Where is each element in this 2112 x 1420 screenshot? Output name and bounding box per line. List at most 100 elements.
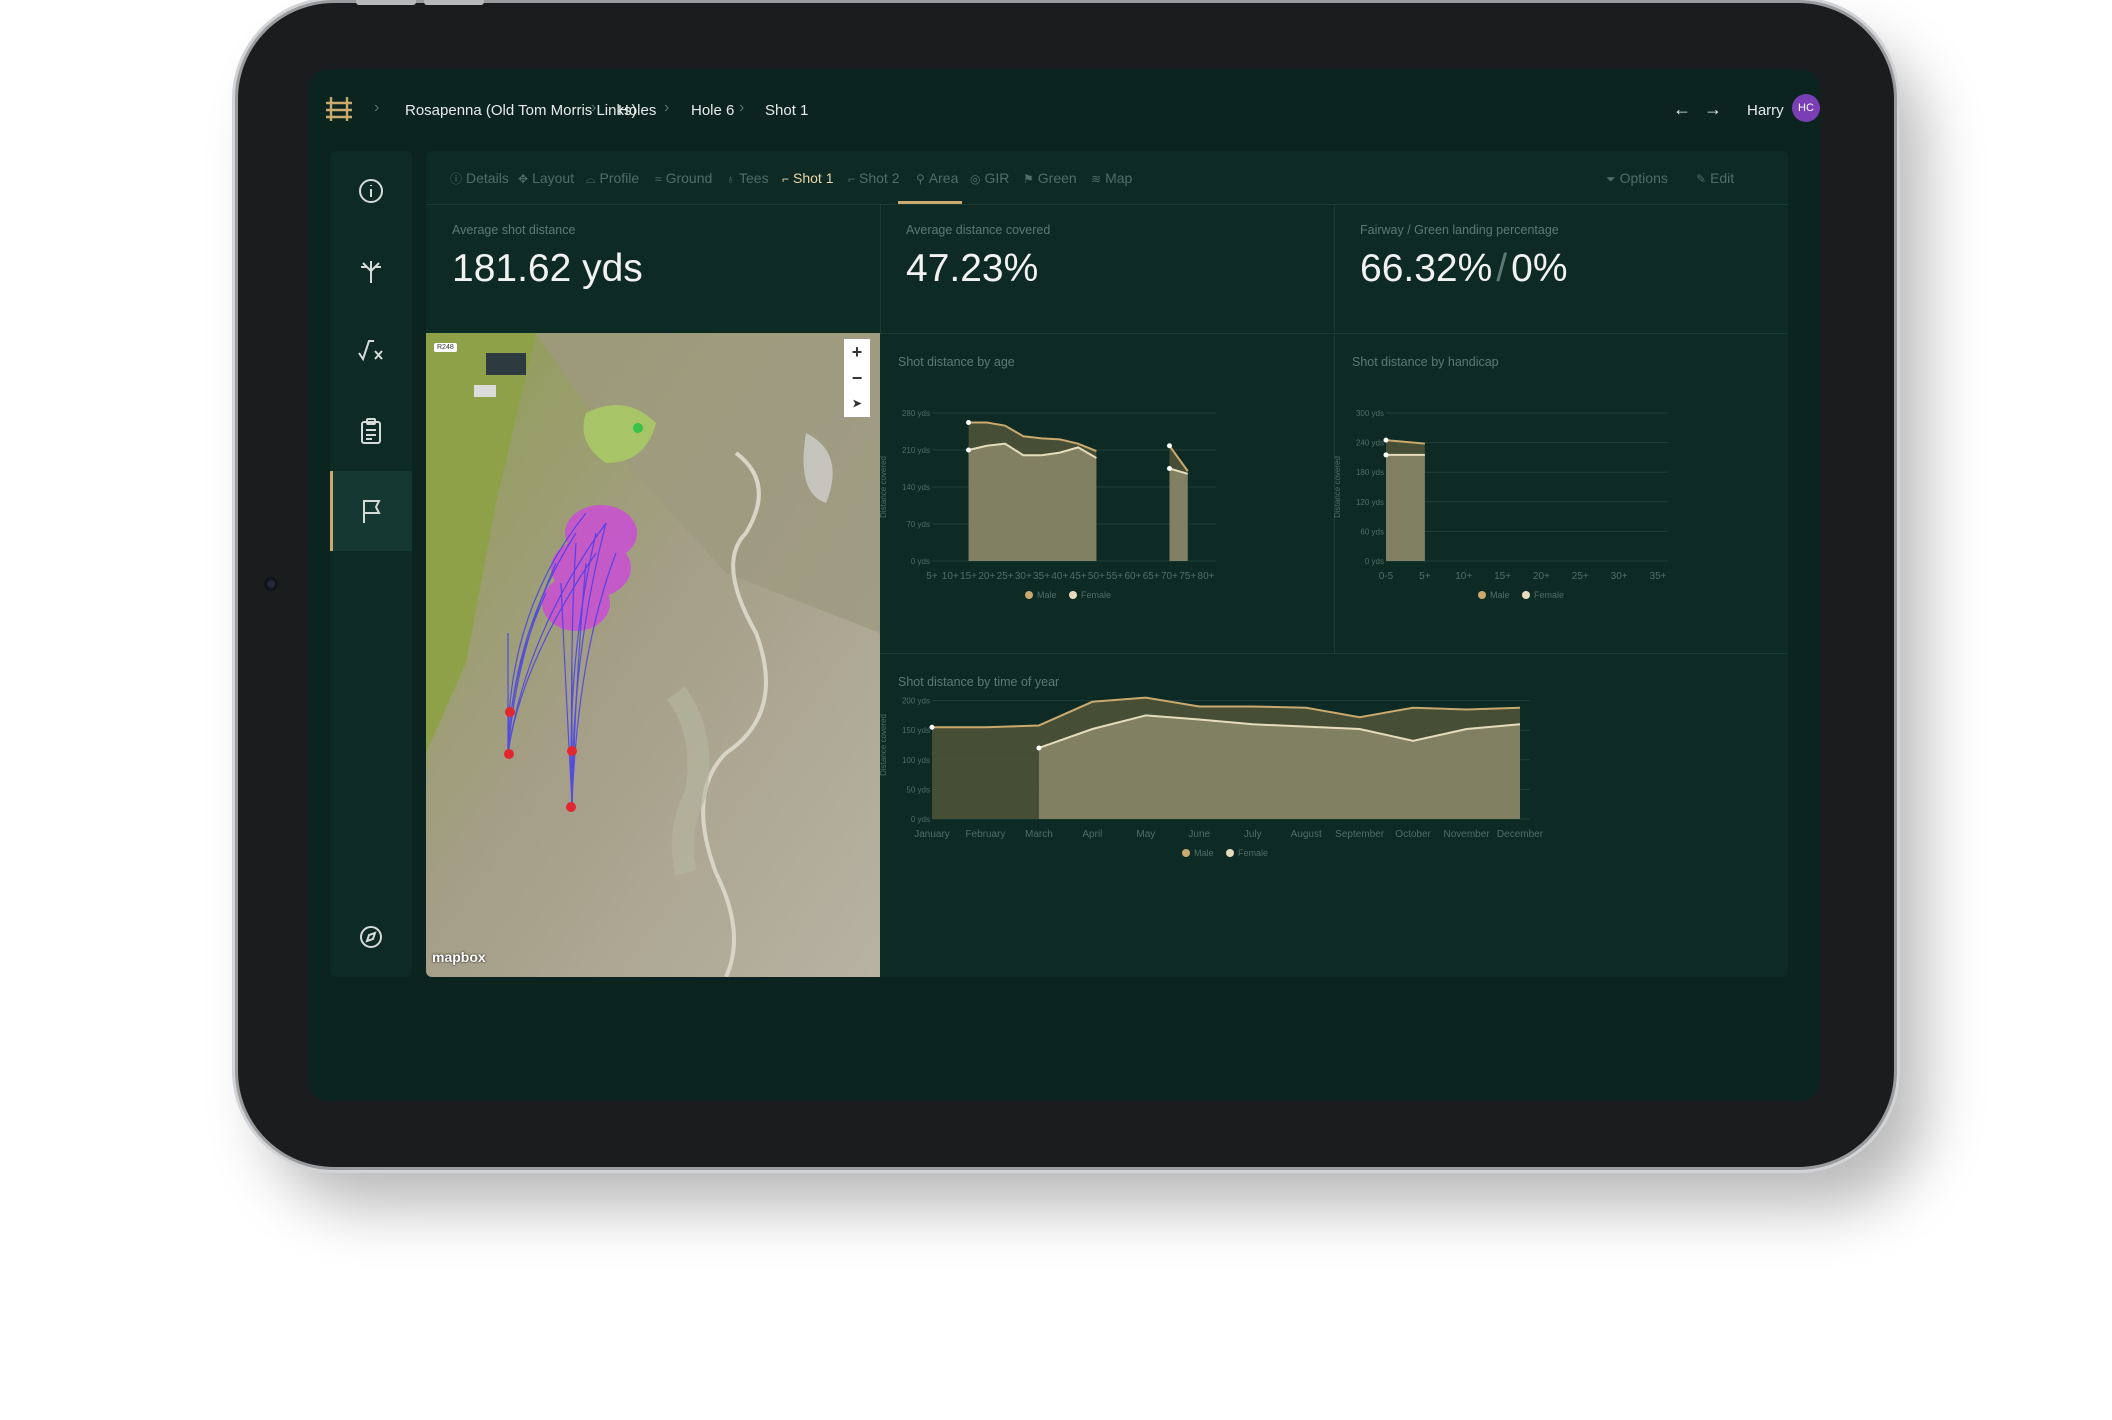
tab-ground[interactable]: ≈ Ground [655, 170, 712, 186]
x-tick-label: 0-5 [1379, 571, 1394, 582]
x-tick-label: 35+ [1033, 571, 1050, 582]
chart-title: Shot distance by time of year [898, 675, 1060, 689]
x-tick-label: 50+ [1088, 571, 1105, 582]
active-tab-indicator [898, 201, 962, 204]
edit-button[interactable]: ✎ Edit [1696, 170, 1734, 186]
flag-icon [362, 500, 381, 523]
tab-map[interactable]: ≋ Map [1091, 170, 1132, 186]
breadcrumb-hole[interactable]: Hole 6 [691, 102, 734, 119]
volume-button [424, 0, 484, 5]
y-axis-label: Distance covered [880, 456, 888, 518]
mapbox-attribution[interactable]: mapbox [432, 949, 486, 965]
data-point [1383, 437, 1389, 443]
x-tick-label: 10+ [1455, 571, 1472, 582]
stat-label: Average shot distance [452, 223, 576, 237]
chevron-right-icon: › [374, 99, 380, 116]
data-point [929, 724, 935, 730]
chevron-right-icon: › [664, 99, 670, 116]
tab-shot-1[interactable]: ⌐ Shot 1 [782, 170, 834, 186]
x-tick-label: 15+ [960, 571, 977, 582]
sidebar-item-clipboard[interactable] [330, 391, 412, 471]
tab-shot-2[interactable]: ⌐ Shot 2 [848, 170, 900, 186]
series-area-female [968, 443, 1097, 561]
tab-label: Shot 1 [793, 170, 834, 186]
arrow-right-icon[interactable]: → [1704, 99, 1722, 120]
breadcrumb-course[interactable]: Rosapenna (Old Tom Morris Links) [405, 102, 636, 119]
tab-label: Ground [665, 170, 713, 186]
x-tick-label: February [965, 829, 1005, 840]
chart-title: Shot distance by handicap [1352, 355, 1499, 369]
stat-average-distance-covered: Average distance covered 47.23% [880, 205, 1334, 333]
zoom-out-button[interactable]: − [844, 365, 870, 391]
legend-label: Female [1081, 590, 1111, 600]
green-marker-icon [633, 423, 643, 433]
marker-icon [567, 746, 577, 756]
y-tick-label: 150 yds [902, 726, 930, 735]
layers-icon: ≋ [1091, 172, 1102, 186]
separator: / [1496, 247, 1508, 290]
legend-marker [1182, 849, 1190, 857]
tab-profile[interactable]: ⌓ Profile [586, 170, 639, 187]
tab-tees[interactable]: ♁ Tees [726, 170, 769, 186]
x-tick-label: 45+ [1070, 571, 1087, 582]
legend-label: Female [1238, 848, 1268, 858]
x-tick-label: 40+ [1051, 571, 1068, 582]
logo-icon[interactable] [324, 95, 354, 123]
x-tick-label: 10+ [942, 571, 959, 582]
y-tick-label: 100 yds [902, 756, 930, 765]
edit-icon: ✎ [1696, 172, 1707, 186]
sidebar-item-holes[interactable] [330, 471, 412, 551]
sidebar-item-location[interactable] [330, 897, 412, 977]
x-tick-label: August [1291, 829, 1322, 840]
user-name[interactable]: Harry [1747, 102, 1784, 119]
sidebar-item-info[interactable] [330, 151, 412, 231]
fairway-percentage: 66.32% [1360, 247, 1493, 290]
breadcrumb-holes[interactable]: Holes [618, 102, 656, 119]
marker-icon [566, 802, 576, 812]
x-tick-label: October [1395, 829, 1431, 840]
tab-green[interactable]: ⚑ Green [1023, 170, 1077, 186]
stat-landing-percentage: Fairway / Green landing percentage 66.32… [1334, 205, 1788, 333]
y-tick-label: 180 yds [1356, 468, 1384, 477]
zoom-in-button[interactable]: + [844, 339, 870, 365]
tab-area[interactable]: ⚲ Area [916, 170, 958, 186]
y-tick-label: 140 yds [902, 483, 930, 492]
options-button[interactable]: ⏷ Options [1606, 170, 1668, 187]
stat-value: 181.62 yds [452, 247, 643, 290]
x-tick-label: 35+ [1650, 571, 1667, 582]
x-tick-label: 60+ [1124, 571, 1141, 582]
avatar[interactable]: HC [1792, 94, 1820, 122]
tab-layout[interactable]: ✥ Layout [518, 170, 574, 186]
info-icon [359, 179, 383, 203]
tab-label: Green [1037, 170, 1077, 186]
y-tick-label: 280 yds [902, 409, 930, 418]
chevron-right-icon: › [591, 99, 597, 116]
x-tick-label: November [1443, 829, 1490, 840]
x-tick-label: 25+ [1572, 571, 1589, 582]
arrow-left-icon[interactable]: ← [1673, 99, 1691, 120]
edit-label: Edit [1710, 170, 1735, 186]
tab-details[interactable]: ⓘ Details [450, 170, 509, 187]
y-axis-label: Distance covered [1334, 456, 1342, 518]
legend-marker [1522, 591, 1530, 599]
chevron-right-icon: › [739, 99, 745, 116]
club-icon: ⌐ [782, 172, 790, 186]
shot-map[interactable]: R248 + − ➤ mapbox [426, 333, 880, 977]
legend-label: Male [1037, 590, 1057, 600]
sidebar-item-fork[interactable] [330, 231, 412, 311]
sidebar-item-formula[interactable] [330, 311, 412, 391]
fork-icon [361, 261, 381, 283]
x-tick-label: June [1188, 829, 1210, 840]
y-tick-label: 200 yds [902, 697, 930, 706]
club-icon: ⌐ [848, 172, 856, 186]
x-tick-label: September [1335, 829, 1385, 840]
compass-button[interactable]: ➤ [844, 391, 870, 417]
time-of-year-chart: 0 yds50 yds100 yds150 yds200 yds250 ydsJ… [880, 697, 1544, 858]
filter-icon: ⏷ [1606, 172, 1616, 186]
tab-gir[interactable]: ◎ GIR [970, 170, 1009, 186]
camera [264, 577, 278, 591]
x-tick-label: 70+ [1161, 571, 1178, 582]
stat-label: Fairway / Green landing percentage [1360, 223, 1559, 237]
stat-value: 66.32%/0% [1360, 247, 1568, 291]
x-tick-label: 20+ [978, 571, 995, 582]
